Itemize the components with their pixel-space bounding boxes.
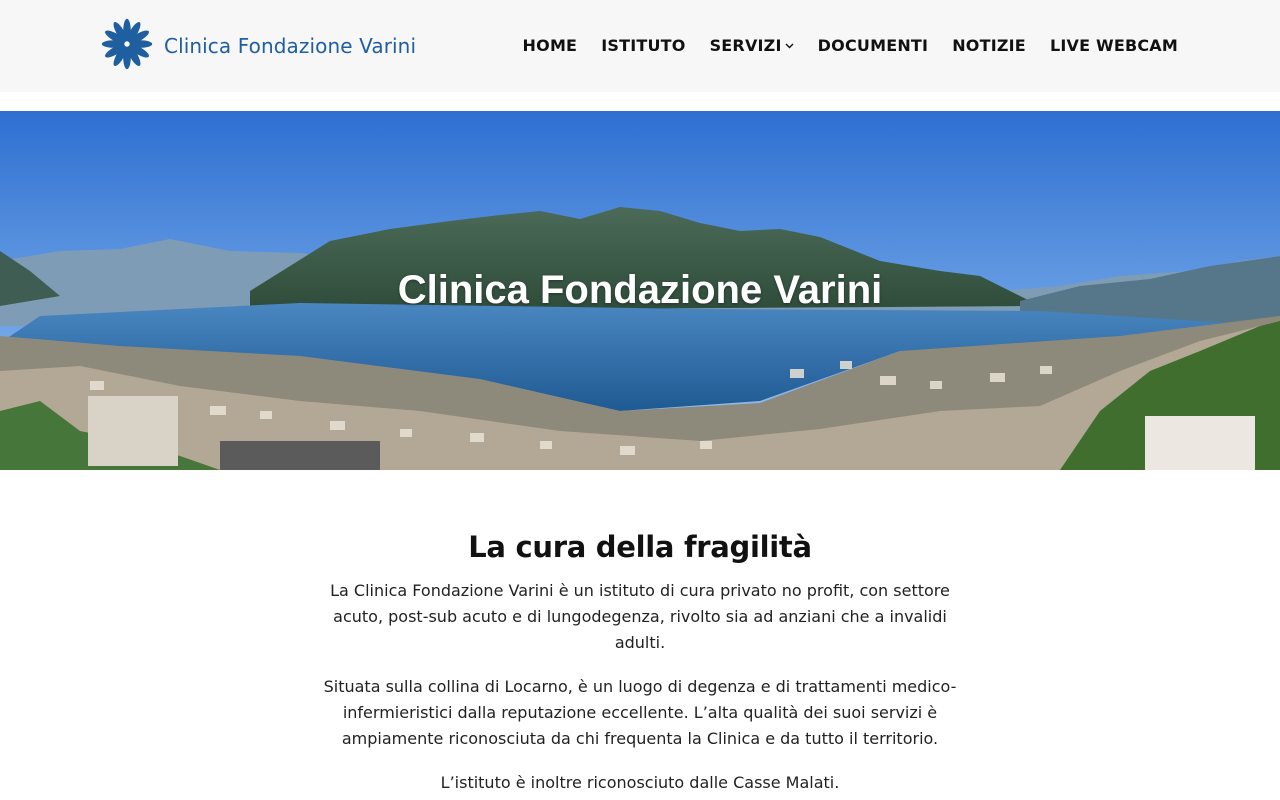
hero-title: Clinica Fondazione Varini bbox=[397, 268, 883, 312]
nav-notizie[interactable]: NOTIZIE bbox=[952, 36, 1026, 55]
nav-istituto-label: ISTITUTO bbox=[601, 36, 686, 55]
main-nav: HOME ISTITUTO SERVIZI DOCUMENTI NOTIZIE … bbox=[523, 36, 1178, 55]
chevron-down-icon bbox=[785, 43, 794, 49]
site-header: Clinica Fondazione Varini HOME ISTITUTO … bbox=[0, 0, 1280, 92]
nav-notizie-label: NOTIZIE bbox=[952, 36, 1026, 55]
nav-home-label: HOME bbox=[522, 36, 578, 55]
nav-documenti[interactable]: DOCUMENTI bbox=[818, 36, 929, 55]
nav-documenti-label: DOCUMENTI bbox=[817, 36, 929, 55]
intro-paragraph-2: Situata sulla collina di Locarno, è un l… bbox=[323, 677, 957, 748]
intro-section: La cura della fragilità La Clinica Fonda… bbox=[0, 530, 1280, 796]
section-heading: La cura della fragilità bbox=[468, 530, 812, 564]
nav-live-webcam[interactable]: LIVE WEBCAM bbox=[1050, 36, 1178, 55]
intro-paragraph-3: L’istituto è inoltre riconosciuto dalle … bbox=[440, 773, 840, 792]
nav-home[interactable]: HOME bbox=[523, 36, 578, 55]
flower-icon bbox=[100, 17, 154, 76]
logo-link[interactable]: Clinica Fondazione Varini bbox=[100, 18, 416, 74]
nav-servizi[interactable]: SERVIZI bbox=[710, 36, 794, 55]
nav-servizi-label: SERVIZI bbox=[709, 36, 782, 55]
brand-name: Clinica Fondazione Varini bbox=[164, 34, 417, 58]
intro-paragraph-1: La Clinica Fondazione Varini è un istitu… bbox=[330, 581, 950, 652]
hero-banner: Clinica Fondazione Varini bbox=[0, 111, 1280, 470]
nav-live-webcam-label: LIVE WEBCAM bbox=[1049, 36, 1178, 55]
nav-istituto[interactable]: ISTITUTO bbox=[601, 36, 685, 55]
